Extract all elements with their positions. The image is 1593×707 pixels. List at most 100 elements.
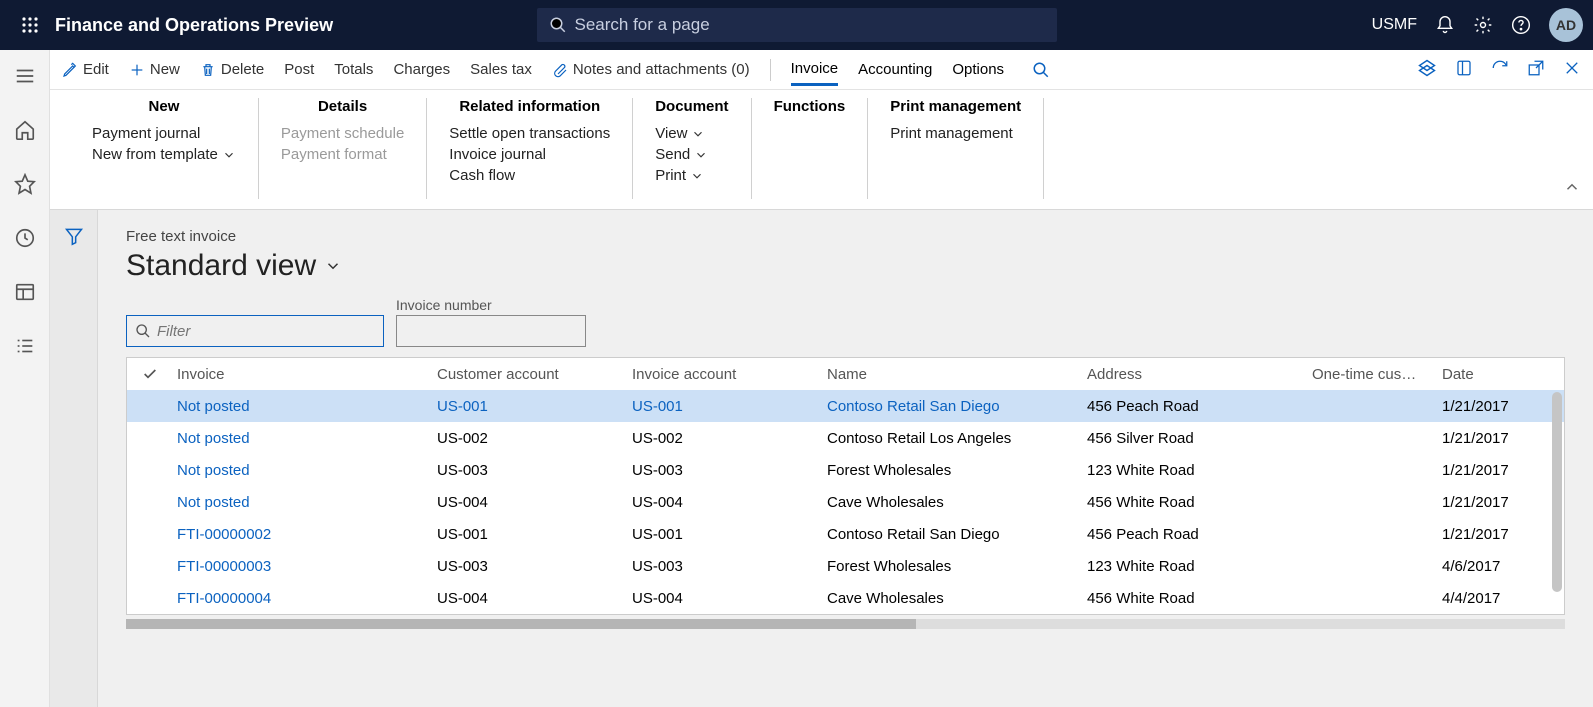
table-row[interactable]: FTI-00000004US-004US-004Cave Wholesales4… xyxy=(127,582,1564,614)
company-picker[interactable]: USMF xyxy=(1372,16,1417,34)
cell-invoice[interactable]: Not posted xyxy=(173,430,433,447)
cell-invoice[interactable]: FTI-00000002 xyxy=(173,526,433,543)
collapse-ribbon-icon[interactable] xyxy=(1563,178,1581,201)
vertical-scrollbar[interactable] xyxy=(1552,392,1562,592)
cell-invoice-acct: US-004 xyxy=(628,494,823,511)
cell-name: Forest Wholesales xyxy=(823,558,1083,575)
new-button[interactable]: New xyxy=(129,61,180,78)
star-icon[interactable] xyxy=(5,166,45,202)
cell-invoice[interactable]: Not posted xyxy=(173,398,433,415)
cell-customer[interactable]: US-001 xyxy=(433,398,628,415)
gear-icon[interactable] xyxy=(1473,15,1493,35)
table-row[interactable]: FTI-00000002US-001US-001Contoso Retail S… xyxy=(127,518,1564,550)
post-button[interactable]: Post xyxy=(284,61,314,78)
popout-icon[interactable] xyxy=(1527,59,1545,81)
invoice-journal-link[interactable]: Invoice journal xyxy=(449,146,610,163)
cell-date: 1/21/2017 xyxy=(1438,462,1548,479)
cell-invoice[interactable]: Not posted xyxy=(173,462,433,479)
settle-link[interactable]: Settle open transactions xyxy=(449,125,610,142)
refresh-icon[interactable] xyxy=(1491,59,1509,81)
cell-invoice[interactable]: Not posted xyxy=(173,494,433,511)
tab-invoice[interactable]: Invoice xyxy=(791,60,839,86)
cell-date: 4/4/2017 xyxy=(1438,590,1548,607)
hamburger-icon[interactable] xyxy=(5,58,45,94)
cell-invoice[interactable]: FTI-00000003 xyxy=(173,558,433,575)
new-from-template-link[interactable]: New from template xyxy=(92,146,236,163)
personalize-icon[interactable] xyxy=(1417,58,1437,82)
col-customer-account[interactable]: Customer account xyxy=(433,366,628,383)
view-link[interactable]: View xyxy=(655,125,728,142)
col-date[interactable]: Date xyxy=(1438,366,1548,383)
close-icon[interactable] xyxy=(1563,59,1581,81)
ribbon-group-details: Details Payment schedule Payment format xyxy=(259,98,427,199)
charges-label: Charges xyxy=(393,61,450,78)
filter-pane-toggle[interactable] xyxy=(50,210,98,707)
cell-customer: US-004 xyxy=(433,494,628,511)
tab-options[interactable]: Options xyxy=(952,61,1004,84)
horizontal-scrollbar-thumb[interactable] xyxy=(126,619,916,629)
print-management-link[interactable]: Print management xyxy=(890,125,1021,142)
col-address[interactable]: Address xyxy=(1083,366,1308,383)
invoice-number-input[interactable] xyxy=(396,315,586,347)
post-label: Post xyxy=(284,61,314,78)
cell-customer: US-003 xyxy=(433,462,628,479)
breadcrumb: Free text invoice xyxy=(126,228,1565,245)
print-link[interactable]: Print xyxy=(655,167,728,184)
workspace-icon[interactable] xyxy=(5,274,45,310)
cell-customer: US-001 xyxy=(433,526,628,543)
cell-address: 456 Peach Road xyxy=(1083,398,1308,415)
office-icon[interactable] xyxy=(1455,59,1473,81)
ribbon-group-related: Related information Settle open transact… xyxy=(427,98,633,199)
grid-header: Invoice Customer account Invoice account… xyxy=(127,358,1564,390)
payment-format-link: Payment format xyxy=(281,146,404,163)
col-invoice[interactable]: Invoice xyxy=(173,366,433,383)
col-one-time[interactable]: One-time cus… xyxy=(1308,366,1438,383)
page-search-icon[interactable] xyxy=(1032,61,1050,79)
ribbon-functions-title: Functions xyxy=(774,98,846,115)
send-link[interactable]: Send xyxy=(655,146,728,163)
cell-date: 1/21/2017 xyxy=(1438,526,1548,543)
avatar[interactable]: AD xyxy=(1549,8,1583,42)
cell-invoice-acct[interactable]: US-001 xyxy=(628,398,823,415)
col-invoice-account[interactable]: Invoice account xyxy=(628,366,823,383)
help-icon[interactable] xyxy=(1511,15,1531,35)
recent-icon[interactable] xyxy=(5,220,45,256)
grid: Invoice Customer account Invoice account… xyxy=(126,357,1565,615)
col-name[interactable]: Name xyxy=(823,366,1083,383)
sales-tax-button[interactable]: Sales tax xyxy=(470,61,532,78)
cell-address: 123 White Road xyxy=(1083,462,1308,479)
cell-name: Cave Wholesales xyxy=(823,494,1083,511)
modules-icon[interactable] xyxy=(5,328,45,364)
cell-date: 4/6/2017 xyxy=(1438,558,1548,575)
table-row[interactable]: Not postedUS-002US-002Contoso Retail Los… xyxy=(127,422,1564,454)
totals-button[interactable]: Totals xyxy=(334,61,373,78)
payment-journal-link[interactable]: Payment journal xyxy=(92,125,236,142)
table-row[interactable]: Not postedUS-003US-003Forest Wholesales1… xyxy=(127,454,1564,486)
cell-address: 456 White Road xyxy=(1083,494,1308,511)
cell-address: 456 Peach Road xyxy=(1083,526,1308,543)
horizontal-scrollbar[interactable] xyxy=(126,619,1565,629)
nav-rail xyxy=(0,50,50,707)
app-launcher-icon[interactable] xyxy=(10,16,50,34)
tab-accounting[interactable]: Accounting xyxy=(858,61,932,84)
quick-filter-input[interactable] xyxy=(157,323,375,340)
table-row[interactable]: Not postedUS-001US-001Contoso Retail San… xyxy=(127,390,1564,422)
global-search[interactable]: Search for a page xyxy=(537,8,1057,42)
bell-icon[interactable] xyxy=(1435,15,1455,35)
quick-filter[interactable] xyxy=(126,315,384,347)
cell-invoice[interactable]: FTI-00000004 xyxy=(173,590,433,607)
view-selector[interactable]: Standard view xyxy=(126,249,1565,283)
cell-address: 456 White Road xyxy=(1083,590,1308,607)
select-all-checkbox[interactable] xyxy=(127,366,173,382)
edit-button[interactable]: Edit xyxy=(62,61,109,78)
cell-name[interactable]: Contoso Retail San Diego xyxy=(823,398,1083,415)
attachments-button[interactable]: Notes and attachments (0) xyxy=(552,61,750,78)
cash-flow-link[interactable]: Cash flow xyxy=(449,167,610,184)
table-row[interactable]: Not postedUS-004US-004Cave Wholesales456… xyxy=(127,486,1564,518)
totals-label: Totals xyxy=(334,61,373,78)
delete-label: Delete xyxy=(221,61,264,78)
charges-button[interactable]: Charges xyxy=(393,61,450,78)
delete-button[interactable]: Delete xyxy=(200,61,264,78)
home-icon[interactable] xyxy=(5,112,45,148)
table-row[interactable]: FTI-00000003US-003US-003Forest Wholesale… xyxy=(127,550,1564,582)
